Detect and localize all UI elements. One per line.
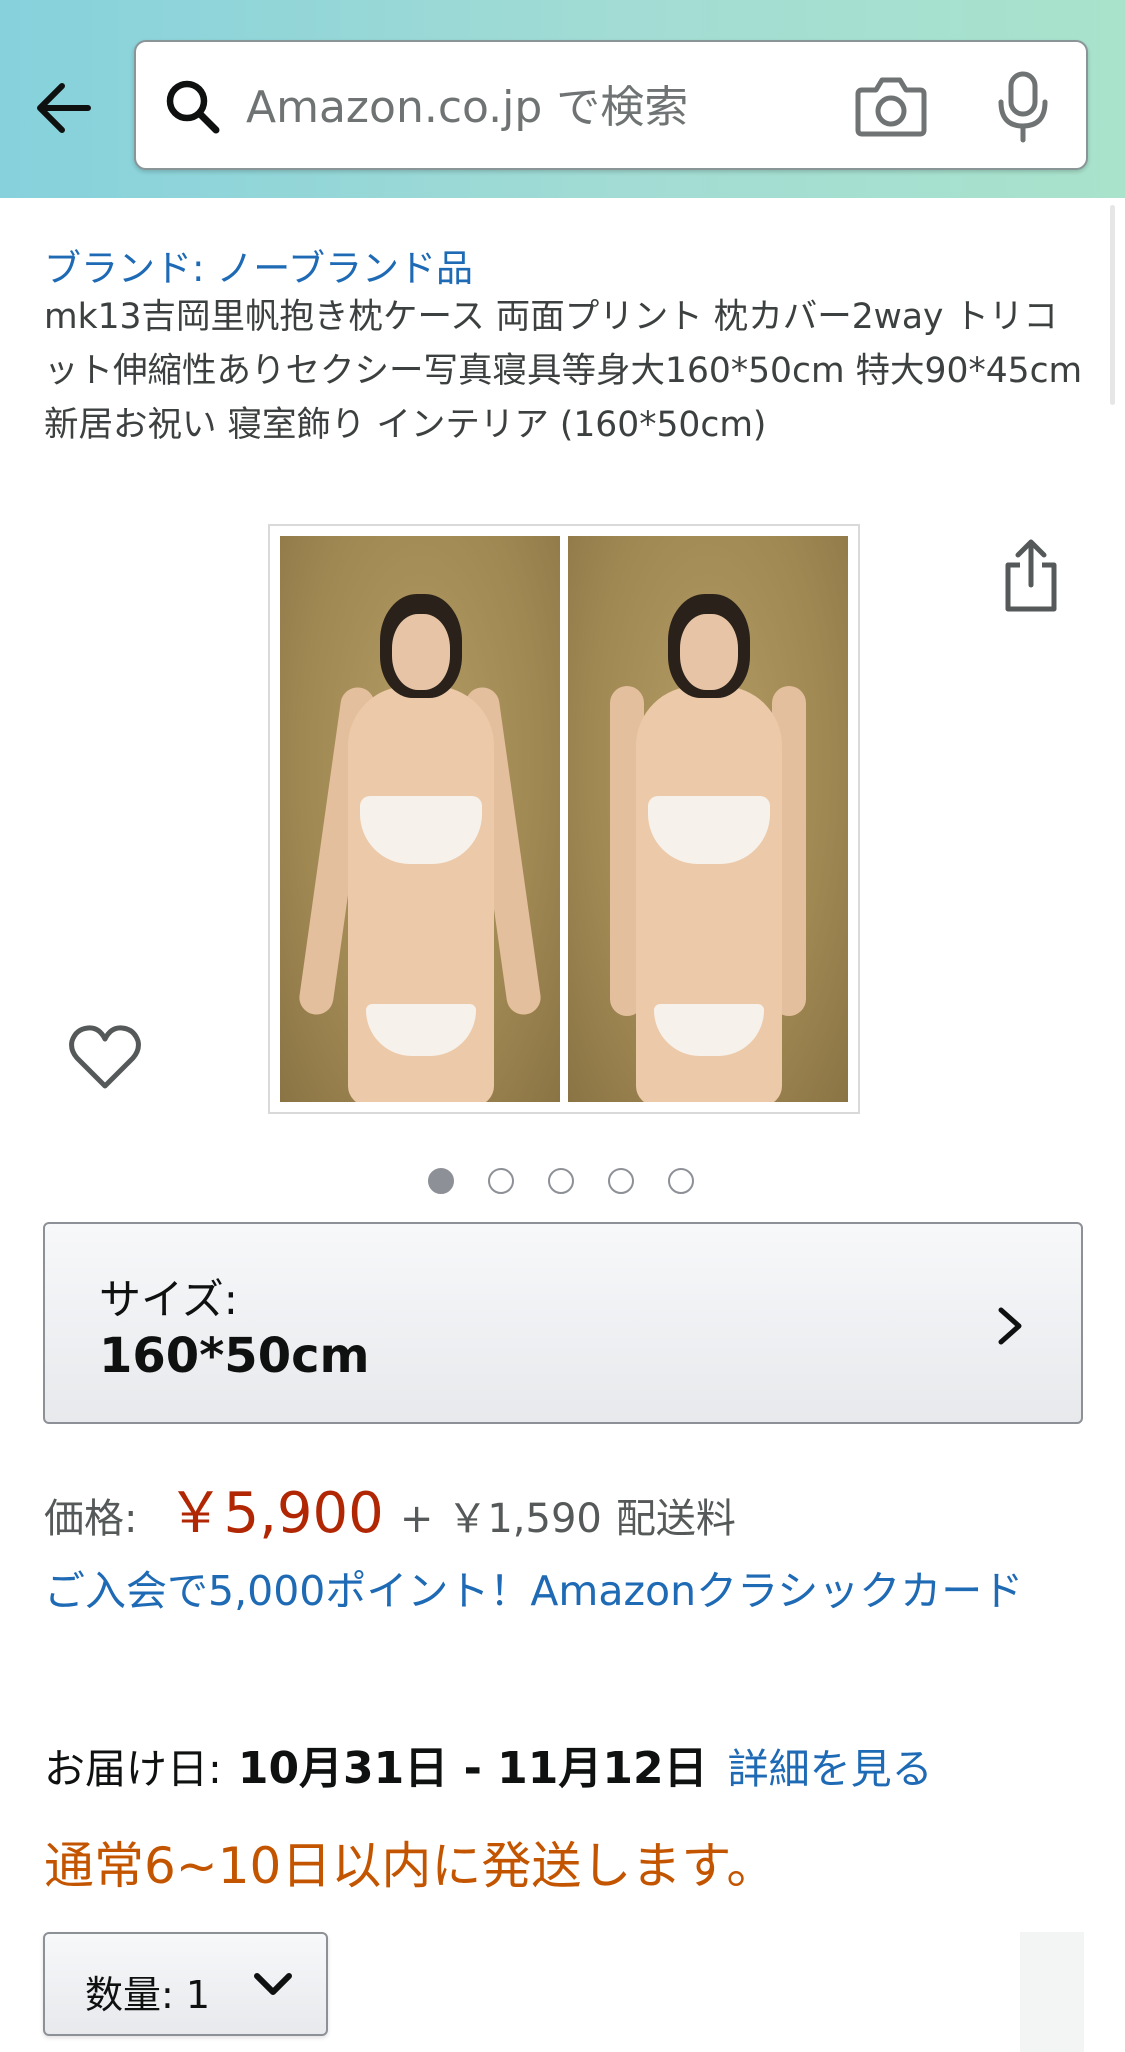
search-bar[interactable] (134, 40, 1088, 170)
carousel-dot[interactable] (548, 1168, 574, 1194)
size-value: 160*50cm (99, 1328, 370, 1384)
product-title: mk13吉岡里帆抱き枕ケース 両面プリント 枕カバー2way トリコット伸縮性あ… (44, 297, 1083, 445)
size-selector[interactable]: サイズ: 160*50cm (43, 1222, 1083, 1424)
quantity-value: 1 (185, 1973, 211, 2017)
carousel-dot[interactable] (488, 1168, 514, 1194)
back-button[interactable] (28, 70, 104, 146)
shipping-price: ￥1,590 (447, 1496, 602, 1542)
chevron-right-icon (998, 1307, 1022, 1345)
search-icon[interactable] (162, 76, 222, 136)
camera-icon[interactable] (854, 72, 928, 138)
price-value: ￥5,900 (167, 1481, 384, 1546)
image-carousel-dots[interactable] (428, 1168, 694, 1194)
size-label: サイズ: (99, 1275, 238, 1324)
share-button[interactable] (996, 535, 1066, 615)
scrollbar[interactable] (1110, 205, 1115, 405)
price-label: 価格: (44, 1496, 138, 1542)
heart-icon (69, 1025, 141, 1089)
quantity-dropdown[interactable]: 数量: 1 (43, 1932, 328, 2036)
credit-card-promo-link[interactable]: ご入会で5,000ポイント！Amazonクラシックカード (44, 1562, 1084, 1620)
shipping-label: 配送料 (615, 1496, 736, 1542)
price-plus: + (399, 1496, 434, 1542)
carousel-dot[interactable] (428, 1168, 454, 1194)
search-input[interactable] (246, 72, 766, 142)
share-icon (1005, 539, 1057, 612)
delivery-dates: 10月31日 - 11月12日 (237, 1743, 708, 1794)
delivery-label: お届け日: (44, 1745, 222, 1793)
delivery-row: お届け日: 10月31日 - 11月12日 詳細を見る (44, 1732, 933, 1796)
product-photo-left (280, 536, 560, 1102)
product-photo-right (568, 536, 848, 1102)
quantity-label: 数量: 1 (85, 1973, 211, 2017)
carousel-dot[interactable] (668, 1168, 694, 1194)
chevron-down-icon (254, 1973, 292, 1995)
microphone-icon[interactable] (994, 70, 1052, 144)
back-arrow-icon (37, 83, 91, 133)
side-panel-edge (1020, 1932, 1084, 2052)
shipping-notice: 通常6~10日以内に発送します。 (44, 1837, 777, 1895)
app-header (0, 0, 1125, 198)
delivery-details-link[interactable]: 詳細を見る (728, 1735, 933, 1795)
carousel-dot[interactable] (608, 1168, 634, 1194)
wishlist-button[interactable] (68, 1024, 142, 1092)
product-image[interactable] (268, 524, 860, 1114)
brand-link[interactable]: ブランド: ノーブランド品 (44, 238, 473, 292)
price-row: 価格: ￥5,900 + ￥1,590 配送料 (44, 1468, 736, 1546)
